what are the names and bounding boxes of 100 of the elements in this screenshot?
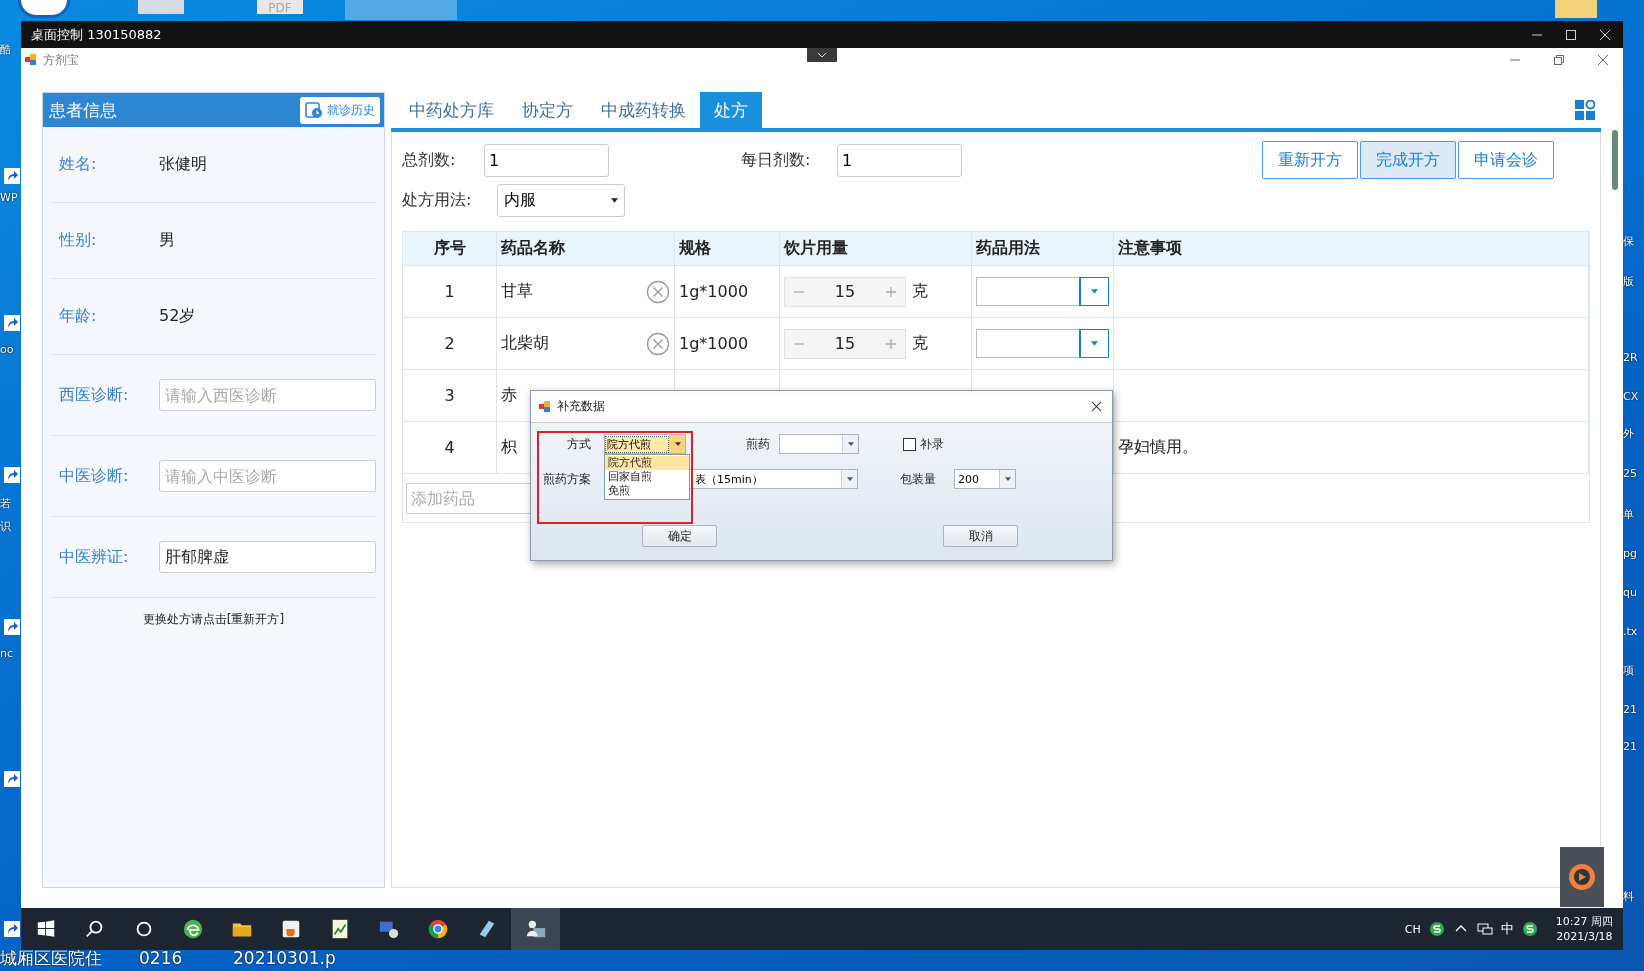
close-icon[interactable] [1091, 401, 1102, 412]
language-indicator[interactable]: CH [1404, 922, 1421, 936]
desktop-icon-label[interactable]: 酷 [0, 40, 21, 60]
clock[interactable]: 10:27 周四 2021/3/18 [1555, 914, 1613, 944]
checkbox[interactable] [903, 437, 916, 451]
browser-icon [426, 918, 449, 940]
desktop-icon-label[interactable]: 识 [0, 517, 21, 537]
caret-icon [847, 442, 854, 446]
desktop-icon-label[interactable]: nc [0, 644, 21, 664]
tab[interactable]: 协定方 [508, 92, 587, 128]
table-cell: 枳 [501, 437, 517, 458]
desktop-icon-label[interactable]: 外 [1623, 424, 1634, 444]
field-value: 张健明 [159, 154, 207, 175]
column-header: 饮片用量 [780, 232, 972, 265]
dropdown-handle[interactable] [807, 48, 837, 62]
scrollbar-thumb[interactable] [1612, 130, 1618, 190]
dialog-button[interactable]: 取消 [943, 525, 1018, 547]
globe-icon [181, 918, 204, 940]
table-cell: 3 [444, 386, 455, 405]
input-field[interactable]: 请输入西医诊断 [159, 379, 376, 411]
file-label: PDF [268, 2, 292, 14]
input-method-indicator[interactable]: 中 [1500, 920, 1514, 938]
field-label: 包装量 [900, 470, 937, 488]
input-field[interactable]: 1 [837, 143, 962, 177]
tab[interactable]: 处方 [700, 92, 762, 128]
taskbar-button[interactable] [511, 908, 560, 950]
field-value: 男 [159, 230, 175, 251]
desktop-icon-label[interactable]: .tx [1623, 622, 1638, 642]
recorder-icon[interactable] [1560, 847, 1604, 907]
desktop-icon-label[interactable]: 2R [1623, 348, 1638, 368]
calendar-clock-icon [305, 101, 323, 119]
action-button[interactable]: 申请会诊 [1458, 141, 1554, 179]
desktop-icon-label[interactable]: 0216 [139, 948, 183, 968]
action-button[interactable]: 重新开方 [1262, 141, 1358, 179]
column-header: 注意事项 [1114, 232, 1589, 265]
desktop-icon-label[interactable]: oo [0, 340, 21, 360]
remove-icon[interactable] [646, 279, 670, 304]
desktop-icon-label[interactable]: pg [1623, 544, 1637, 564]
hint-text: 更换处方请点击[重新开方] [141, 611, 286, 628]
desktop-icon-label[interactable]: 21 [1623, 700, 1637, 720]
desktop-icon-label[interactable]: 25 [1623, 464, 1637, 484]
usage-select[interactable]: 内服 [497, 183, 625, 217]
field-label: 处方用法: [402, 189, 473, 211]
desktop-icon-label[interactable]: WP [0, 188, 21, 208]
desktop-icon-label[interactable]: 保 [1623, 232, 1634, 252]
desktop-icon-label[interactable]: CX [1623, 387, 1639, 407]
desktop-icon-label[interactable]: 若 [0, 494, 21, 514]
grid-icon[interactable] [1575, 100, 1595, 120]
column-header: 药品名称 [497, 232, 675, 265]
field-label: 煎药 [746, 435, 771, 453]
input-field[interactable]: 1 [484, 143, 609, 177]
s-logo-icon[interactable] [1428, 921, 1445, 937]
desktop-icon-label[interactable]: 项 [1623, 661, 1634, 681]
panel-title: 患者信息 [49, 98, 117, 122]
table-cell: 甘草 [501, 281, 533, 302]
tab[interactable]: 中成药转换 [587, 92, 700, 128]
dialog-button[interactable]: 确定 [642, 525, 717, 547]
column-header: 药品用法 [972, 232, 1114, 265]
window-title: 方剂宝 [43, 51, 79, 69]
desktop-icon-label[interactable]: 版 [1623, 272, 1634, 292]
caret-icon [1004, 477, 1011, 481]
desktop-icon-label[interactable]: qu [1623, 583, 1637, 603]
remove-icon[interactable] [646, 331, 670, 356]
dropdown-option[interactable]: 院方代煎 [605, 456, 689, 470]
window-thumbnail[interactable] [345, 0, 457, 20]
input-field[interactable]: 请输入中医诊断 [159, 460, 376, 492]
field-label: 性别: [59, 230, 98, 251]
field-label: 西医诊断: [59, 384, 130, 406]
field-label: 方式 [567, 435, 592, 453]
restore-icon[interactable] [1553, 54, 1565, 66]
desktop-icon-label[interactable]: 20210301.p [233, 948, 336, 968]
history-button[interactable]: 就诊历史 [300, 96, 380, 124]
action-button[interactable]: 完成开方 [1360, 141, 1456, 179]
desktop-icon-label[interactable]: 21 [1623, 737, 1637, 757]
desktop-icon-label[interactable]: 城厢区医院住 [0, 948, 102, 968]
field-label: 姓名: [59, 154, 98, 175]
s-logo-icon[interactable] [1521, 921, 1538, 937]
column-header: 规格 [675, 232, 780, 265]
person-icon [524, 918, 547, 940]
dropdown-option[interactable]: 回家自煎 [605, 470, 689, 484]
desktop-icon-label[interactable]: 料 [1623, 887, 1634, 907]
usage-dropdown[interactable] [976, 329, 1109, 358]
package-combo[interactable]: 200 [954, 469, 1016, 489]
table-cell: 赤 [501, 385, 517, 406]
window-title: 桌面控制 130150882 [31, 25, 162, 44]
close-icon[interactable] [1597, 54, 1609, 66]
app-icon [25, 54, 37, 66]
tab[interactable]: 中药处方库 [395, 92, 508, 128]
dialog-title: 补充数据 [557, 398, 605, 415]
input-field[interactable]: 肝郁脾虚 [159, 541, 376, 573]
caret-icon [846, 477, 853, 481]
field-label: 总剂数: [402, 149, 457, 171]
maximize-icon[interactable] [1565, 28, 1577, 41]
usage-dropdown[interactable] [976, 277, 1109, 306]
desktop-icon-label[interactable]: 单 [1623, 505, 1634, 525]
field-label: 每日剂数: [741, 149, 812, 171]
unit-label: 克 [912, 281, 928, 302]
network-icon[interactable] [1476, 921, 1493, 937]
caret-icon [1091, 289, 1098, 294]
table-cell: 1g*1000 [679, 334, 749, 353]
